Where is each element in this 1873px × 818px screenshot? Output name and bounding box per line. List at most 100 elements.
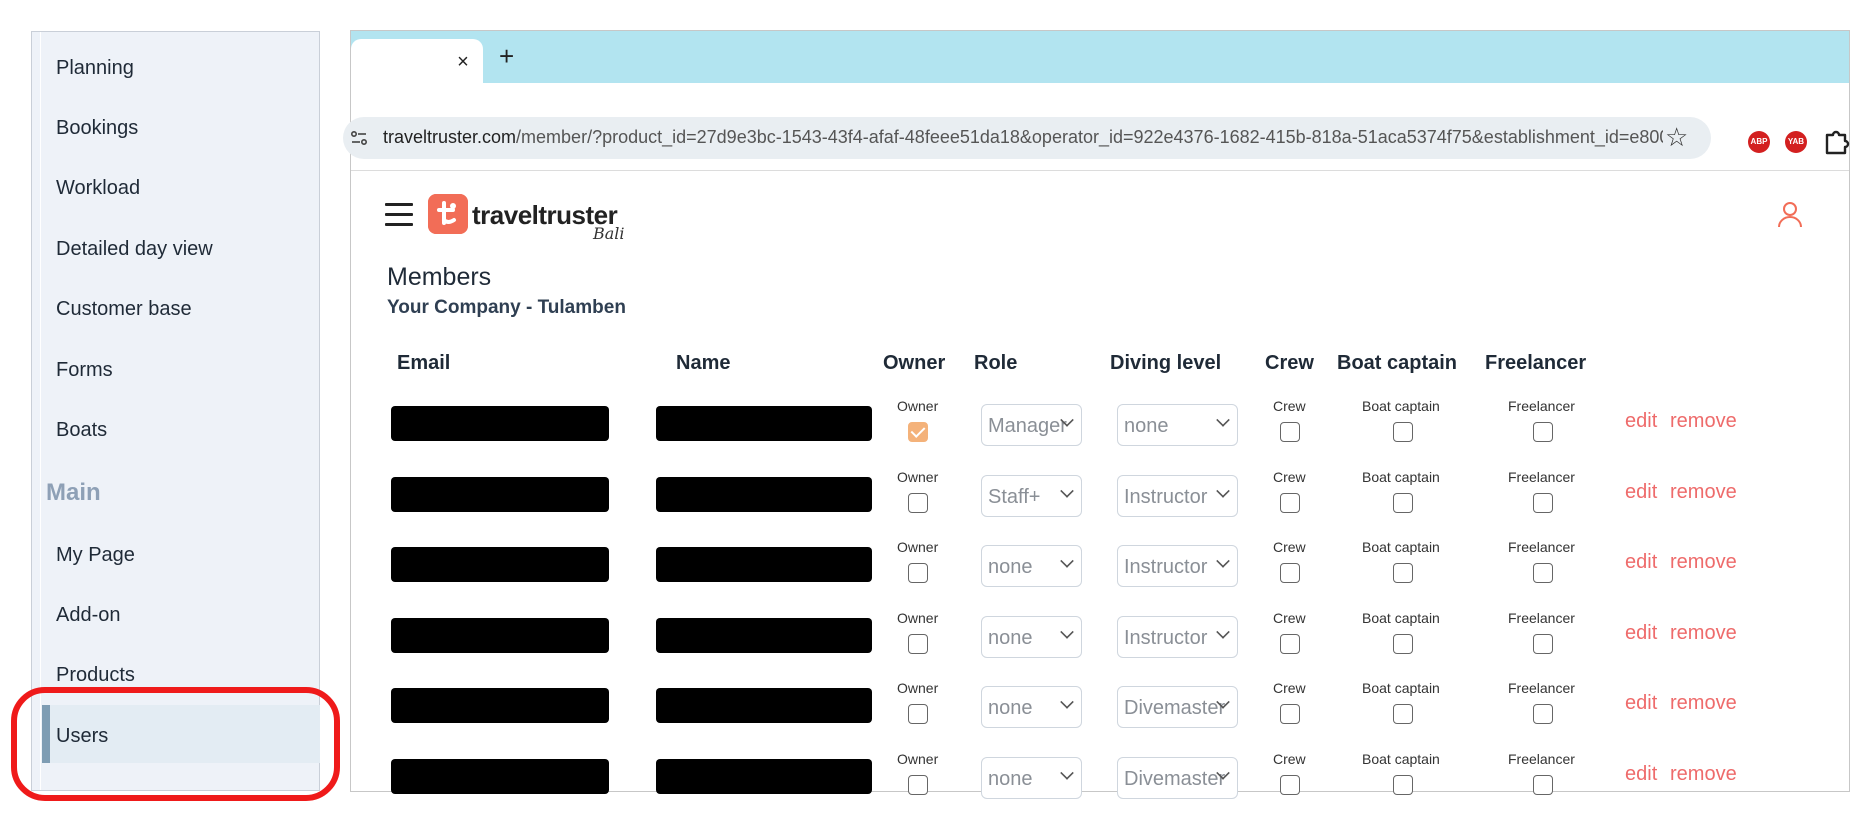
email-redacted	[391, 688, 609, 724]
role-select[interactable]: Manager	[981, 404, 1082, 446]
remove-link[interactable]: remove	[1670, 692, 1737, 715]
remove-link[interactable]: remove	[1670, 481, 1737, 504]
crew-checkbox[interactable]	[1280, 704, 1300, 725]
remove-link[interactable]: remove	[1670, 622, 1737, 645]
owner-checkbox[interactable]	[908, 563, 928, 584]
remove-link[interactable]: remove	[1670, 410, 1737, 433]
url-text[interactable]: traveltruster.com/member/?product_id=27d…	[383, 127, 1663, 148]
diving-level-select[interactable]: none	[1117, 404, 1238, 446]
edit-link[interactable]: edit	[1625, 622, 1657, 645]
boat-captain-checkbox[interactable]	[1393, 422, 1413, 442]
freelancer-checkbox[interactable]	[1533, 422, 1553, 442]
role-select[interactable]: none	[981, 757, 1082, 799]
sidebar-item-products[interactable]: Products	[56, 655, 306, 695]
role-select[interactable]: none	[981, 615, 1082, 658]
sidebar-item-users[interactable]: Users	[56, 716, 306, 756]
diving-level-select[interactable]: Instructor	[1117, 474, 1238, 517]
sidebar-item-bookings[interactable]: Bookings	[56, 108, 306, 148]
crew-checkbox[interactable]	[1280, 775, 1300, 795]
boat-captain-checkbox[interactable]	[1393, 492, 1413, 513]
freelancer-label: Freelancer	[1508, 751, 1575, 767]
crew-checkbox[interactable]	[1280, 563, 1300, 584]
chevron-down-icon	[1216, 625, 1230, 639]
email-redacted	[391, 476, 609, 512]
owner-checkbox[interactable]	[908, 422, 928, 442]
role-select[interactable]: none	[981, 686, 1082, 729]
site-settings-icon[interactable]	[349, 128, 369, 148]
header-role: Role	[974, 352, 1018, 374]
crew-checkbox[interactable]	[1280, 492, 1300, 513]
boat-captain-checkbox[interactable]	[1393, 775, 1413, 795]
yab-extension-icon[interactable]: YAB	[1785, 131, 1807, 153]
edit-link[interactable]: edit	[1625, 551, 1657, 574]
boat-captain-checkbox[interactable]	[1393, 633, 1413, 654]
table-row: Owner Staff+ Instructor Crew Boat captai…	[351, 457, 1849, 527]
owner-checkbox[interactable]	[908, 492, 928, 513]
boat-captain-checkbox[interactable]	[1393, 563, 1413, 584]
header-diving-level: Diving level	[1110, 352, 1222, 374]
browser-tab[interactable]: ×	[351, 39, 483, 83]
freelancer-checkbox[interactable]	[1533, 633, 1553, 654]
crew-checkbox[interactable]	[1280, 633, 1300, 654]
diving-level-value: Instructor	[1124, 556, 1208, 579]
sidebar-item-planning[interactable]: Planning	[56, 48, 306, 88]
role-select[interactable]: none	[981, 545, 1082, 588]
owner-label: Owner	[897, 468, 939, 485]
sidebar-item-workload[interactable]: Workload	[56, 168, 306, 208]
sidebar-item-boats[interactable]: Boats	[56, 410, 306, 450]
extensions-puzzle-icon[interactable]	[1823, 129, 1851, 155]
email-redacted	[391, 617, 609, 653]
page-title: Members	[387, 263, 492, 291]
chevron-down-icon	[1060, 766, 1074, 780]
freelancer-checkbox[interactable]	[1533, 492, 1553, 513]
name-redacted	[656, 759, 872, 794]
address-bar[interactable]: traveltruster.com/member/?product_id=27d…	[343, 117, 1711, 159]
name-redacted	[656, 688, 872, 724]
diving-level-select[interactable]: Divemaster	[1117, 686, 1238, 729]
boat-captain-checkbox[interactable]	[1393, 704, 1413, 725]
sidebar-item-forms[interactable]: Forms	[56, 350, 306, 390]
owner-checkbox[interactable]	[908, 775, 928, 795]
freelancer-label: Freelancer	[1508, 398, 1575, 414]
adblock-extension-icon[interactable]: ABP	[1748, 131, 1770, 153]
bookmark-star-icon[interactable]: ☆	[1665, 122, 1688, 153]
role-value: none	[988, 556, 1033, 579]
edit-link[interactable]: edit	[1625, 410, 1657, 433]
freelancer-checkbox[interactable]	[1533, 775, 1553, 795]
boat-captain-label: Boat captain	[1362, 751, 1440, 767]
sidebar-item-add-on[interactable]: Add-on	[56, 595, 306, 635]
edit-link[interactable]: edit	[1625, 481, 1657, 504]
sidebar-item-customer-base[interactable]: Customer base	[56, 289, 306, 329]
freelancer-checkbox[interactable]	[1533, 704, 1553, 725]
hamburger-menu-icon[interactable]	[385, 203, 413, 227]
url-path: /member/?product_id=27d9e3bc-1543-43f4-a…	[516, 127, 1663, 147]
sidebar-section-main: Main	[46, 479, 101, 506]
edit-link[interactable]: edit	[1625, 763, 1657, 786]
crew-checkbox[interactable]	[1280, 422, 1300, 442]
close-icon[interactable]: ×	[453, 51, 473, 74]
diving-level-select[interactable]: Divemaster	[1117, 757, 1238, 799]
role-select[interactable]: Staff+	[981, 474, 1082, 517]
diving-level-value: Instructor	[1124, 485, 1208, 508]
owner-checkbox[interactable]	[908, 704, 928, 725]
owner-checkbox[interactable]	[908, 633, 928, 654]
diving-level-select[interactable]: Instructor	[1117, 615, 1238, 658]
role-value: none	[988, 626, 1033, 649]
freelancer-checkbox[interactable]	[1533, 563, 1553, 584]
diving-level-select[interactable]: Instructor	[1117, 545, 1238, 588]
owner-label: Owner	[897, 609, 939, 626]
remove-link[interactable]: remove	[1670, 763, 1737, 786]
name-redacted	[656, 547, 872, 583]
chevron-down-icon	[1060, 695, 1074, 710]
sidebar-item-my-page[interactable]: My Page	[56, 535, 306, 575]
boat-captain-label: Boat captain	[1362, 398, 1440, 414]
logo-subtext: Bali	[593, 224, 625, 243]
table-row: Owner none Instructor Crew Boat captain …	[351, 527, 1849, 597]
owner-label: Owner	[897, 398, 939, 414]
user-account-icon[interactable]	[1775, 199, 1805, 229]
sidebar-item-detailed-day-view[interactable]: Detailed day view	[56, 229, 306, 269]
new-tab-button[interactable]: +	[499, 43, 514, 69]
diving-level-value: Divemaster	[1124, 768, 1226, 790]
remove-link[interactable]: remove	[1670, 551, 1737, 574]
edit-link[interactable]: edit	[1625, 692, 1657, 715]
